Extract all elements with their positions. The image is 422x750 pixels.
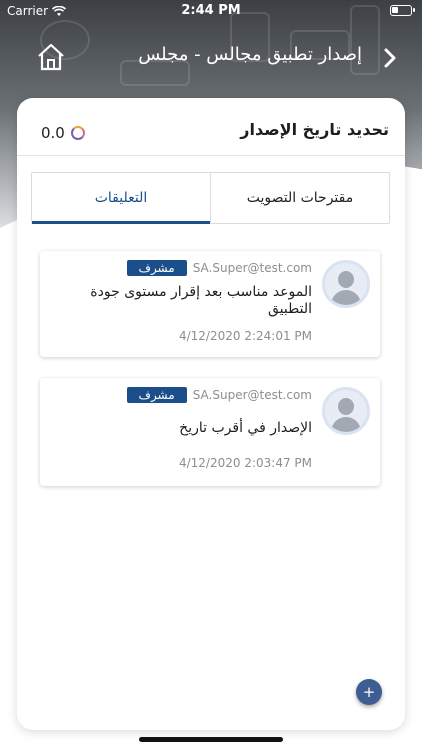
comment-timestamp: 4/12/2020 2:24:01 PM: [178, 329, 312, 343]
card-header: تحديد تاريخ الإصدار 0.0: [17, 98, 405, 156]
score-value: 0.0: [41, 124, 65, 142]
gauge-icon: [70, 126, 85, 140]
content-card: تحديد تاريخ الإصدار 0.0 التعليقات مقترحا…: [17, 98, 405, 730]
tab-bar: التعليقات مقترحات التصويت: [31, 172, 390, 224]
status-time: 2:44 PM: [181, 3, 241, 18]
avatar: [322, 260, 370, 308]
comment-timestamp: 4/12/2020 2:03:47 PM: [178, 456, 312, 470]
tab-comments[interactable]: التعليقات: [32, 173, 210, 224]
comment-author-email: SA.Super@test.com: [192, 388, 312, 402]
comment-card[interactable]: مشرف SA.Super@test.com الإصدار في أقرب ت…: [40, 378, 380, 486]
role-badge: مشرف: [126, 387, 187, 403]
comment-author-email: SA.Super@test.com: [192, 261, 312, 275]
chevron-right-icon[interactable]: [380, 46, 400, 70]
add-comment-button[interactable]: +: [356, 679, 382, 705]
avatar-body: [331, 417, 361, 432]
score-indicator: 0.0: [41, 124, 85, 142]
avatar-body: [331, 290, 361, 305]
comment-meta: مشرف SA.Super@test.com: [126, 260, 312, 276]
avatar-head: [338, 398, 354, 415]
comment-meta: مشرف SA.Super@test.com: [126, 387, 312, 403]
comment-text: الإصدار في أقرب تاريخ: [179, 420, 312, 436]
comment-text: الموعد مناسب بعد إقرار مستوى جودة التطبي…: [90, 284, 312, 317]
status-bar: Carrier 2:44 PM: [0, 0, 422, 22]
battery-icon: [390, 5, 415, 16]
home-indicator: [139, 737, 283, 742]
nav-title: إصدار تطبيق مجالس - مجلس: [138, 44, 362, 65]
avatar-head: [338, 271, 354, 288]
comment-card[interactable]: مشرف SA.Super@test.com الموعد مناسب بعد …: [40, 251, 380, 357]
nav-bar: إصدار تطبيق مجالس - مجلس: [0, 38, 422, 78]
role-badge: مشرف: [126, 260, 187, 276]
avatar: [322, 387, 370, 435]
home-icon[interactable]: [36, 42, 66, 72]
card-title: تحديد تاريخ الإصدار: [240, 120, 389, 139]
tab-vote-proposals[interactable]: مقترحات التصويت: [210, 173, 389, 223]
